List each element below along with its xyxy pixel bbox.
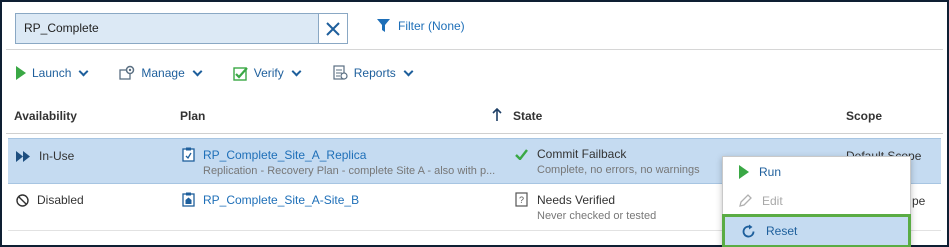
filter-label: Filter (None) bbox=[398, 19, 465, 33]
in-use-icon bbox=[16, 150, 30, 162]
manage-label: Manage bbox=[141, 66, 185, 80]
launch-label: Launch bbox=[32, 66, 72, 80]
state-text: Commit Failback bbox=[537, 147, 627, 161]
reset-icon bbox=[742, 224, 755, 237]
play-icon bbox=[739, 164, 749, 179]
plan-icon bbox=[182, 192, 195, 207]
plan-cell: RP_Complete_Site_A-Site_B bbox=[182, 192, 359, 207]
context-menu: Run Edit Reset bbox=[722, 156, 911, 247]
reports-icon bbox=[333, 65, 348, 80]
availability-cell: Disabled bbox=[16, 193, 84, 207]
column-header-availability[interactable]: Availability bbox=[14, 109, 77, 123]
close-icon bbox=[326, 21, 340, 36]
verify-menu-button[interactable]: Verify bbox=[233, 66, 302, 81]
edit-label: Edit bbox=[762, 193, 783, 208]
scope-text: pe bbox=[912, 194, 926, 208]
availability-text: Disabled bbox=[37, 193, 84, 207]
column-header-plan[interactable]: Plan bbox=[180, 109, 205, 123]
window-frame: RP_Complete Filter (None) Launch Manage … bbox=[0, 0, 949, 247]
manage-menu-button[interactable]: Manage bbox=[119, 65, 203, 81]
plan-cell: RP_Complete_Site_A_Replica Replication -… bbox=[182, 147, 495, 177]
question-icon: ? bbox=[515, 192, 528, 207]
search-box[interactable]: RP_Complete bbox=[15, 13, 348, 44]
disabled-icon bbox=[16, 193, 29, 207]
toolbar: Launch Manage Verify Reports bbox=[16, 62, 444, 84]
state-detail: Complete, no errors, no warnings bbox=[537, 164, 700, 176]
reports-menu-button[interactable]: Reports bbox=[332, 65, 414, 81]
chevron-down-icon bbox=[403, 66, 414, 76]
manage-gear-icon bbox=[119, 65, 135, 80]
grid-header: Availability Plan State Scope bbox=[6, 98, 943, 134]
verify-check-icon bbox=[233, 66, 248, 81]
reset-label: Reset bbox=[766, 224, 798, 238]
chevron-down-icon bbox=[192, 66, 203, 76]
state-cell: ? Needs Verified Never checked or tested bbox=[515, 192, 656, 222]
availability-cell: In-Use bbox=[16, 149, 74, 163]
plan-link[interactable]: RP_Complete_Site_A_Replica bbox=[203, 148, 366, 162]
edit-menu-item[interactable]: Edit bbox=[723, 186, 910, 215]
divider bbox=[6, 49, 943, 50]
verify-label: Verify bbox=[253, 66, 284, 80]
svg-text:?: ? bbox=[519, 195, 524, 205]
column-header-state[interactable]: State bbox=[513, 109, 542, 123]
plan-icon bbox=[182, 147, 195, 162]
filter-icon bbox=[377, 19, 390, 32]
search-input[interactable]: RP_Complete bbox=[24, 14, 99, 43]
play-icon bbox=[16, 66, 26, 80]
column-header-scope[interactable]: Scope bbox=[846, 109, 882, 123]
state-cell: Commit Failback Complete, no errors, no … bbox=[515, 147, 700, 176]
clear-search-button[interactable] bbox=[318, 14, 347, 43]
filter-button[interactable]: Filter (None) bbox=[377, 19, 465, 33]
chevron-down-icon bbox=[78, 66, 89, 76]
availability-text: In-Use bbox=[39, 149, 75, 163]
checkmark-icon bbox=[515, 148, 528, 160]
run-menu-item[interactable]: Run bbox=[723, 157, 910, 186]
plan-link[interactable]: RP_Complete_Site_A-Site_B bbox=[203, 193, 359, 207]
pencil-icon bbox=[739, 194, 752, 207]
reset-menu-item[interactable]: Reset bbox=[722, 214, 911, 247]
sort-ascending-icon[interactable] bbox=[492, 108, 502, 122]
reports-label: Reports bbox=[353, 66, 396, 80]
state-detail: Never checked or tested bbox=[537, 210, 657, 222]
chevron-down-icon bbox=[291, 66, 302, 76]
launch-menu-button[interactable]: Launch bbox=[16, 66, 89, 80]
plan-description: Replication - Recovery Plan - complete S… bbox=[203, 165, 496, 177]
run-label: Run bbox=[759, 164, 782, 179]
state-text: Needs Verified bbox=[537, 192, 616, 207]
